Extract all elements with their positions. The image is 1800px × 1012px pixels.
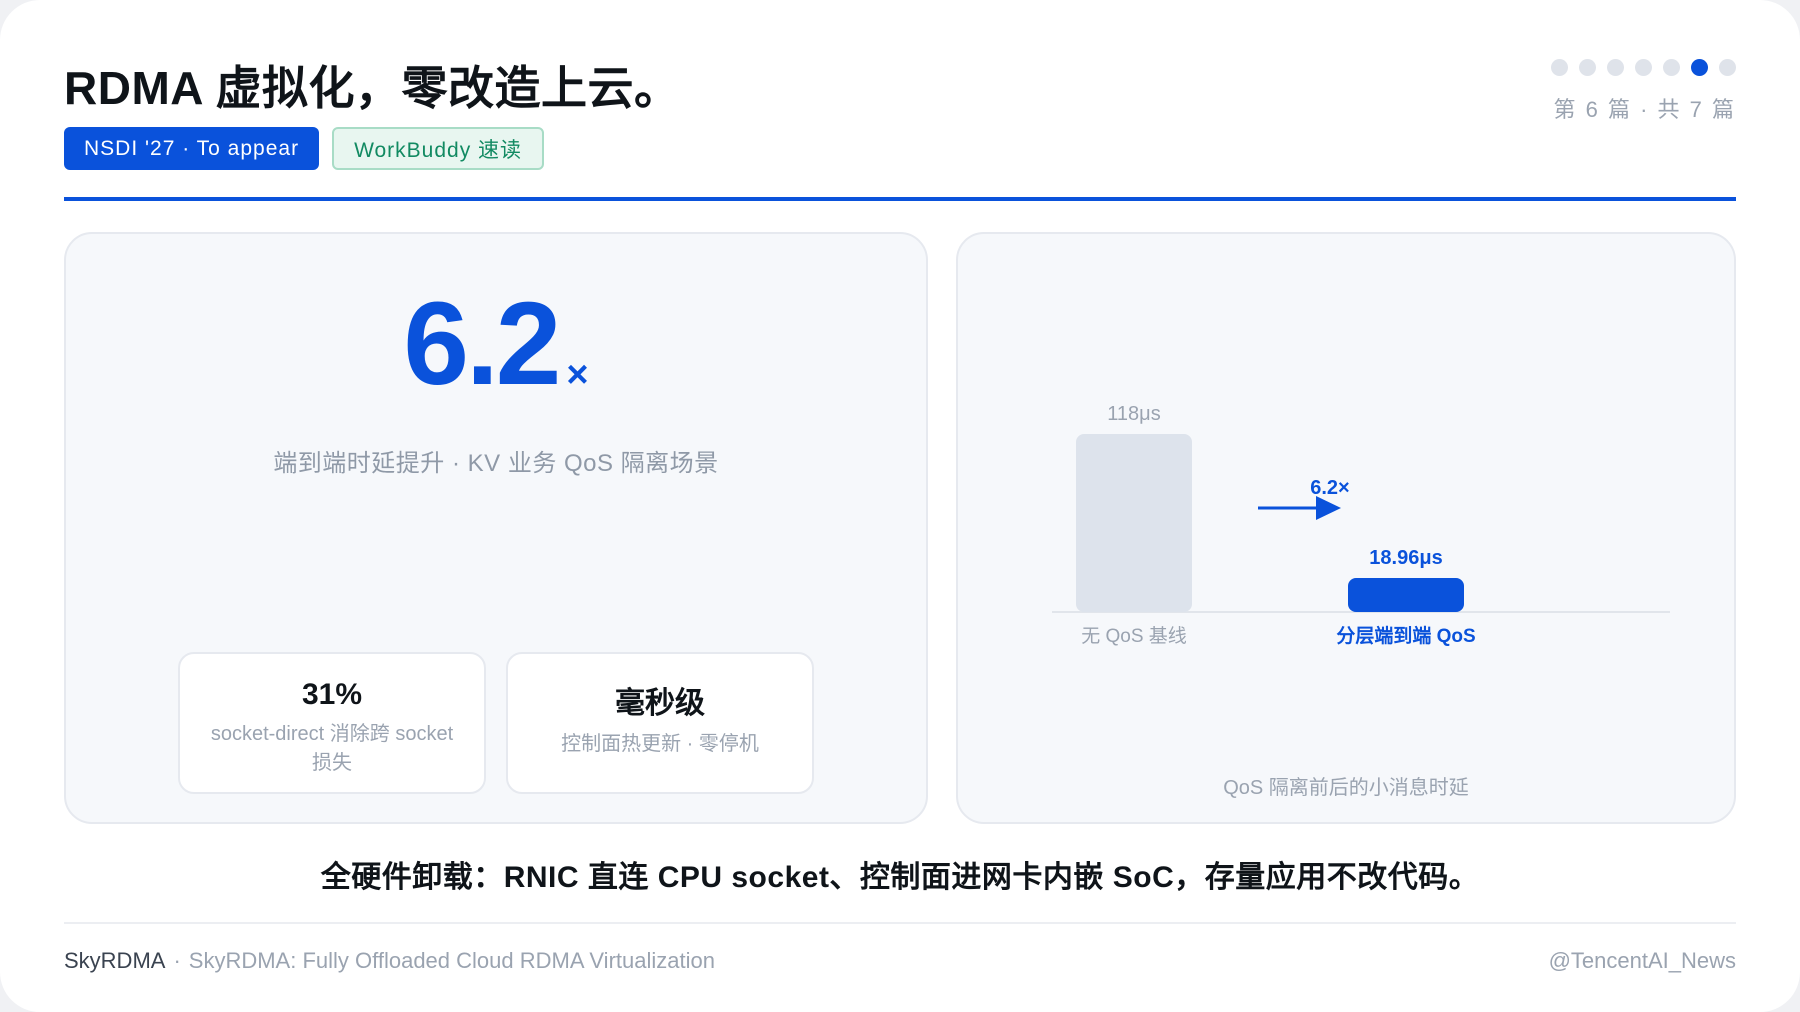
category-label-2: 分层端到端 QoS (1336, 624, 1475, 647)
page-dot-5[interactable] (1663, 59, 1680, 76)
page-dot-6-active[interactable] (1691, 59, 1708, 76)
stat-value: 31% (301, 678, 363, 711)
footer-handle: @TencentAI_News (1548, 948, 1736, 973)
header-divider (64, 197, 1736, 201)
chart-bars: 118μs 无 QoS 基线 18.96μs 分层端到端 QoS (1076, 403, 1476, 647)
summary-statement: 全硬件卸载：RNIC 直连 CPU socket、控制面进网卡内嵌 SoC，存量… (320, 861, 1480, 894)
latency-bar-chart: 118μs 无 QoS 基线 18.96μs 分层端到端 QoS 6.2× QoS 隔… (1052, 403, 1670, 799)
bar-value-label-1: 118μs (1107, 403, 1160, 425)
hero-suffix: × (566, 354, 589, 396)
hero-metric: 6.2 × (64, 285, 928, 403)
stat-card-control-plane: 毫秒级 控制面热更新 · 零停机 (506, 652, 814, 794)
footer-paper-title: SkyRDMA: Fully Offloaded Cloud RDMA Virt… (188, 948, 715, 973)
source-tag: WorkBuddy 速读 (332, 127, 545, 170)
bar-1 (1076, 434, 1192, 612)
page-dot-4[interactable] (1635, 59, 1652, 76)
hero-value: 6.2 (403, 278, 561, 410)
page-title: RDMA 虚拟化，零改造上云。 (64, 62, 681, 114)
stat-label: socket-direct 消除跨 socket 损失 (210, 723, 454, 774)
footer-brand: SkyRDMA (64, 948, 166, 973)
stat-label: 控制面热更新 · 零停机 (561, 733, 759, 755)
bar-2 (1348, 578, 1464, 612)
page-dot-2[interactable] (1579, 59, 1596, 76)
hero-caption: 端到端时延提升 · KV 业务 QoS 隔离场景 (273, 450, 719, 477)
speedup-label: 6.2× (1310, 477, 1349, 499)
category-label-1: 无 QoS 基线 (1081, 625, 1187, 647)
bar-value-label-2: 18.96μs (1369, 547, 1442, 569)
stat-card-socket: 31% socket-direct 消除跨 socket 损失 (178, 652, 486, 794)
page-counter: 第 6 篇 · 共 7 篇 (1553, 97, 1736, 122)
arrow-head-icon (1316, 496, 1341, 520)
page-dots (1551, 59, 1736, 76)
footer-divider (64, 922, 1736, 924)
footer-citation: SkyRDMA · SkyRDMA: Fully Offloaded Cloud R… (64, 948, 715, 974)
stat-value: 毫秒级 (615, 687, 705, 720)
venue-tag: NSDI '27 · To appear (64, 127, 320, 170)
footer-separator: · (173, 948, 181, 973)
page-dot-7[interactable] (1719, 59, 1736, 76)
chart-caption: QoS 隔离前后的小消息时延 (1223, 776, 1469, 799)
tag-row: NSDI '27 · To appear WorkBuddy 速读 (64, 127, 545, 170)
page-dot-3[interactable] (1607, 59, 1624, 76)
slide-card: RDMA 虚拟化，零改造上云。 NSDI '27 · To appear Wor… (0, 0, 1800, 1012)
page-dot-1[interactable] (1551, 59, 1568, 76)
